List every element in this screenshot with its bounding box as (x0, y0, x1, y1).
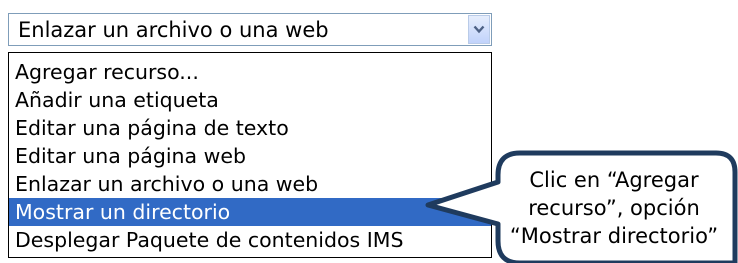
resource-type-select[interactable]: Enlazar un archivo o una web (8, 13, 492, 46)
callout-line-3: “Mostrar directorio” (509, 224, 719, 248)
chevron-down-icon (473, 25, 485, 34)
option-anadir-etiqueta[interactable]: Añadir una etiqueta (9, 86, 491, 114)
option-enlazar-archivo-web[interactable]: Enlazar un archivo o una web (9, 170, 491, 198)
option-mostrar-directorio[interactable]: Mostrar un directorio (9, 198, 491, 226)
option-agregar-recurso[interactable]: Agregar recurso... (9, 58, 491, 86)
instruction-callout: Clic en “Agregar recurso”, opción “Mostr… (420, 150, 738, 263)
select-dropdown-button[interactable] (468, 15, 490, 44)
option-editar-pagina-texto[interactable]: Editar una página de texto (9, 114, 491, 142)
callout-line-2: recurso”, opción (528, 196, 700, 220)
option-desplegar-paquete-ims[interactable]: Desplegar Paquete de contenidos IMS (9, 226, 491, 254)
screenshot-stage: Enlazar un archivo o una web Agregar rec… (0, 0, 738, 263)
select-current-value: Enlazar un archivo o una web (18, 18, 329, 42)
callout-line-1: Clic en “Agregar (529, 168, 699, 192)
callout-text: Clic en “Agregar recurso”, opción “Mostr… (498, 166, 730, 250)
option-editar-pagina-web[interactable]: Editar una página web (9, 142, 491, 170)
